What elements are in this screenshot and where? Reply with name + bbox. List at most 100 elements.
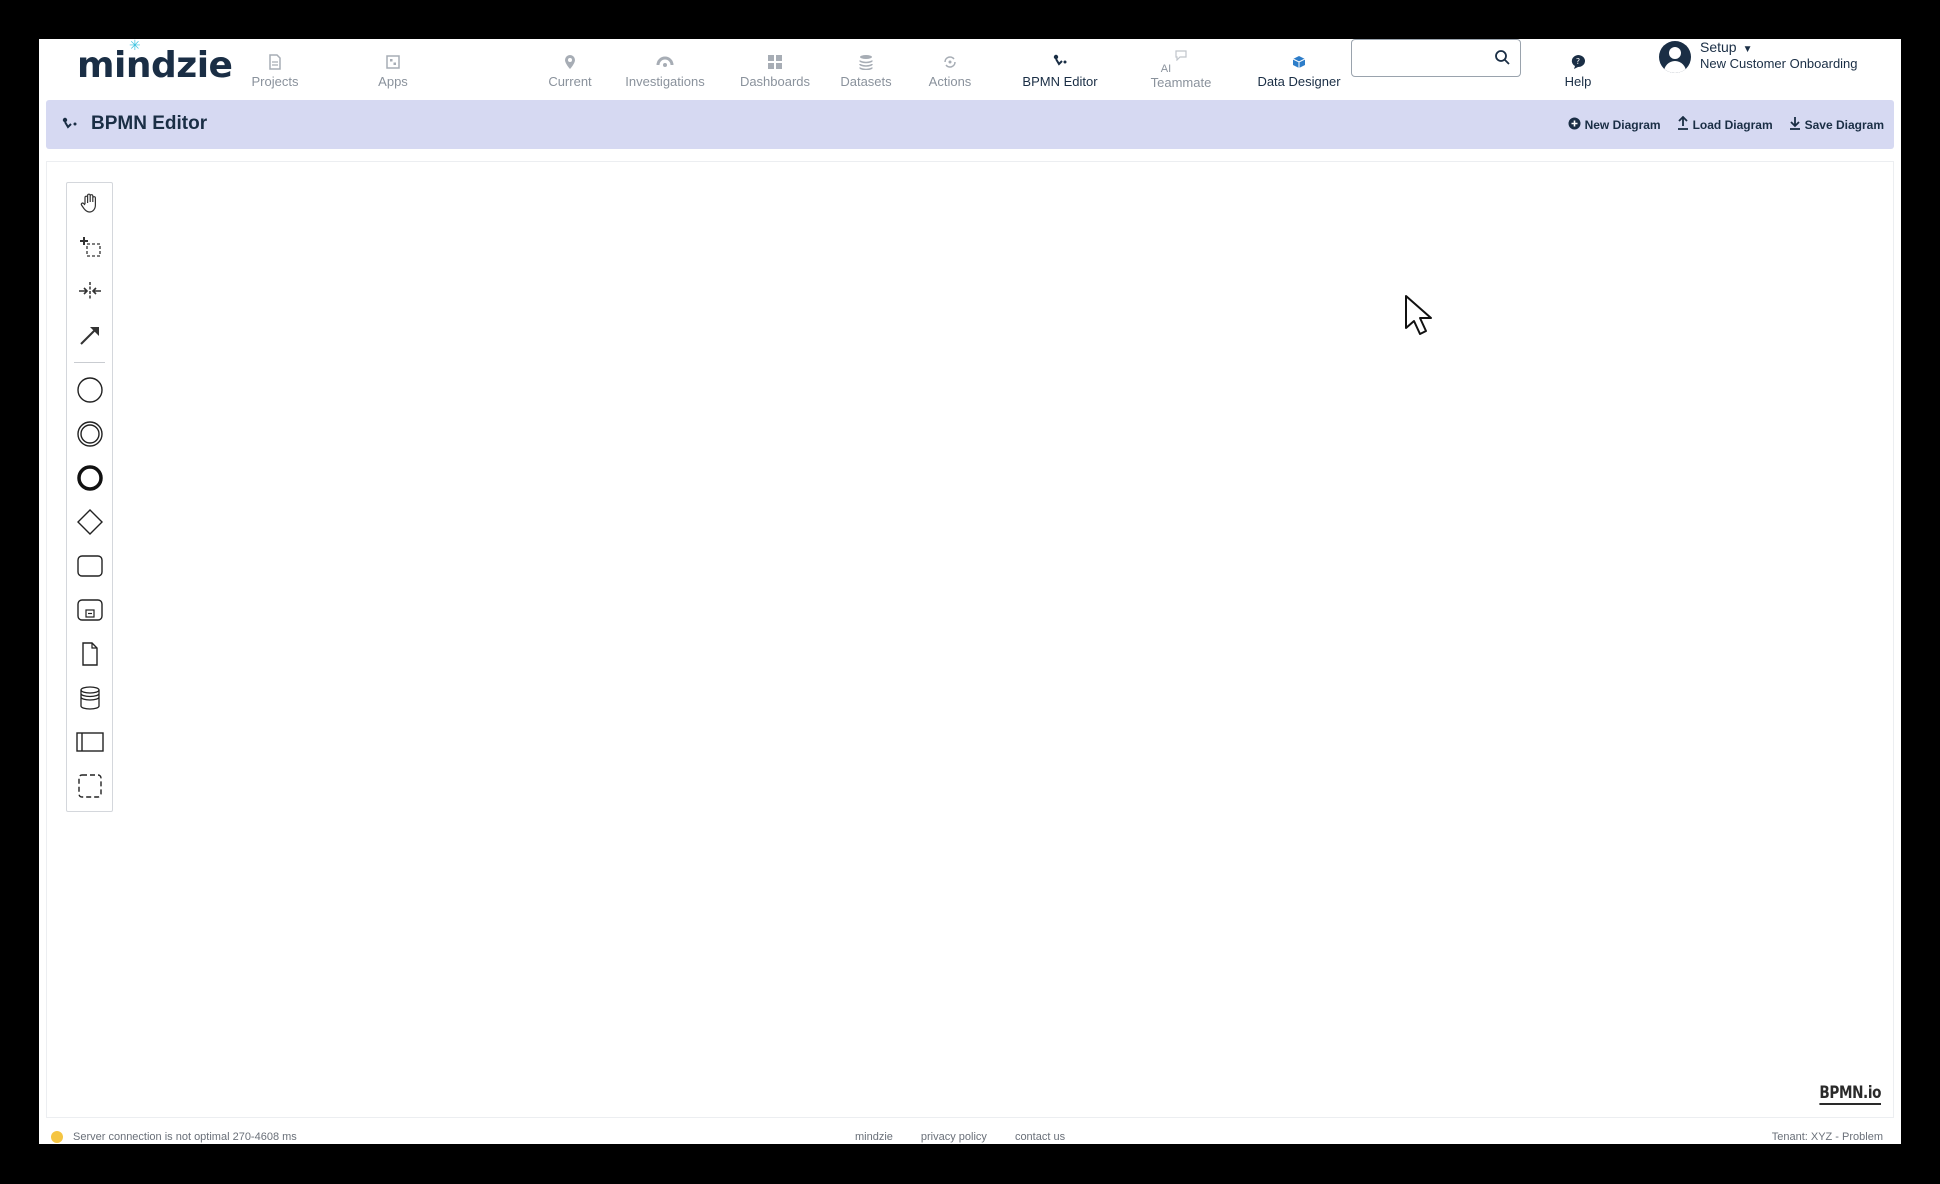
dashboard-grid-icon xyxy=(766,54,784,70)
space-icon xyxy=(77,280,103,307)
mindzie-logo[interactable]: mindzie ✳ xyxy=(77,39,233,86)
group-icon xyxy=(77,773,103,804)
data-store-tool[interactable] xyxy=(67,682,112,718)
pool-tool[interactable] xyxy=(67,726,112,762)
footer: Server connection is not optimal 270-460… xyxy=(39,1131,1901,1144)
document-icon xyxy=(266,54,284,70)
cube-icon xyxy=(1290,54,1308,70)
gateway-tool[interactable] xyxy=(67,506,112,542)
palette-divider xyxy=(74,362,105,363)
arrow-icon xyxy=(78,323,102,352)
nav-help-label: Help xyxy=(1564,74,1592,89)
data-store-icon xyxy=(78,685,102,716)
nav-apps[interactable]: Apps xyxy=(370,39,416,91)
start-event-icon xyxy=(76,376,104,409)
mouse-cursor-icon xyxy=(1404,294,1434,341)
bpmn-io-watermark[interactable]: BPMN.io xyxy=(1819,1083,1881,1105)
footer-link-mindzie[interactable]: mindzie xyxy=(855,1131,893,1143)
avatar[interactable] xyxy=(1659,41,1691,73)
nav-dashboards[interactable]: Dashboards xyxy=(735,39,815,91)
nav-data-designer[interactable]: Data Designer xyxy=(1229,39,1369,91)
group-tool[interactable] xyxy=(67,770,112,806)
help-bubble-icon: ? xyxy=(1569,54,1587,70)
connection-status: Server connection is not optimal 270-460… xyxy=(51,1131,297,1143)
investigation-icon xyxy=(656,54,674,70)
intermediate-event-tool[interactable] xyxy=(67,418,112,454)
nav-datasets[interactable]: Datasets xyxy=(835,39,897,91)
data-object-icon xyxy=(79,641,101,672)
subprocess-tool[interactable] xyxy=(67,594,112,630)
new-diagram-label: New Diagram xyxy=(1584,117,1661,132)
logo-text: mindzie xyxy=(77,45,233,86)
nav-ai-teammate[interactable]: AI Teammate xyxy=(1139,39,1223,91)
nav-actions-label: Actions xyxy=(928,74,972,89)
search-icon[interactable] xyxy=(1494,49,1510,70)
tenant-info: Tenant: XYZ - Problem xyxy=(1771,1131,1883,1143)
save-diagram-label: Save Diagram xyxy=(1804,117,1884,132)
search-input[interactable] xyxy=(1360,40,1484,74)
footer-link-contact[interactable]: contact us xyxy=(1015,1131,1065,1143)
chat-bubble-icon xyxy=(1172,47,1190,63)
lasso-icon xyxy=(77,234,103,265)
save-diagram-button[interactable]: Save Diagram xyxy=(1789,116,1884,133)
hand-tool[interactable] xyxy=(67,187,112,223)
svg-text:?: ? xyxy=(1576,57,1580,66)
task-tool[interactable] xyxy=(67,550,112,586)
app-window: mindzie ✳ Projects Apps Current Investig… xyxy=(39,39,1901,1144)
nav-projects-label: Projects xyxy=(251,74,299,89)
nav-current[interactable]: Current xyxy=(542,39,598,91)
editor-header: BPMN Editor New Diagram Load Diagram Sav… xyxy=(46,100,1894,149)
diagram-actions: New Diagram Load Diagram Save Diagram xyxy=(1568,115,1884,133)
caret-down-icon: ▼ xyxy=(1742,44,1753,55)
task-icon xyxy=(76,554,104,583)
footer-links: mindzie privacy policy contact us xyxy=(855,1131,1065,1143)
top-navigation: mindzie ✳ Projects Apps Current Investig… xyxy=(39,39,1901,89)
data-object-tool[interactable] xyxy=(67,638,112,674)
nav-apps-label: Apps xyxy=(378,74,408,89)
end-event-tool[interactable] xyxy=(67,462,112,498)
page-title: BPMN Editor xyxy=(91,113,208,134)
space-tool[interactable] xyxy=(67,275,112,311)
upload-icon xyxy=(1677,115,1689,133)
lasso-tool[interactable] xyxy=(67,231,112,267)
nav-projects[interactable]: Projects xyxy=(247,39,303,91)
footer-link-privacy[interactable]: privacy policy xyxy=(921,1131,987,1143)
user-setup-dropdown[interactable]: Setup ▼ xyxy=(1700,39,1753,55)
bpmn-icon xyxy=(1051,54,1069,70)
nav-ai-teammate-label: AI Teammate xyxy=(1151,63,1212,89)
global-connect-tool[interactable] xyxy=(67,319,112,355)
nav-investigations-label: Investigations xyxy=(625,74,705,89)
bpmn-canvas[interactable]: BPMN.io xyxy=(46,161,1894,1118)
load-diagram-label: Load Diagram xyxy=(1692,117,1773,132)
nav-actions[interactable]: Actions xyxy=(919,39,981,91)
start-event-tool[interactable] xyxy=(67,374,112,410)
nav-current-label: Current xyxy=(548,74,592,89)
actions-icon xyxy=(941,54,959,70)
nav-dashboards-label: Dashboards xyxy=(739,74,811,89)
download-icon xyxy=(1789,116,1801,133)
location-pin-icon xyxy=(561,54,579,70)
current-project-name: New Customer Onboarding xyxy=(1700,56,1858,71)
nav-data-designer-label: Data Designer xyxy=(1257,74,1341,89)
bpmn-icon xyxy=(62,117,78,136)
logo-spark-icon: ✳ xyxy=(129,39,141,54)
nav-datasets-label: Datasets xyxy=(840,74,892,89)
plus-circle-icon xyxy=(1568,117,1581,133)
new-diagram-button[interactable]: New Diagram xyxy=(1568,116,1661,133)
load-diagram-button[interactable]: Load Diagram xyxy=(1677,115,1773,133)
nav-investigations[interactable]: Investigations xyxy=(619,39,711,91)
pool-icon xyxy=(75,731,105,758)
gateway-icon xyxy=(76,508,104,541)
bpmn-palette xyxy=(66,182,113,812)
warning-icon xyxy=(51,1131,63,1143)
database-icon xyxy=(857,54,875,70)
nav-help[interactable]: ? Help xyxy=(1557,39,1599,91)
nav-bpmn-editor-label: BPMN Editor xyxy=(1022,74,1098,89)
subprocess-icon xyxy=(76,598,104,627)
nav-ai-label-line2: Teammate xyxy=(1150,75,1212,90)
intermediate-event-icon xyxy=(76,420,104,453)
end-event-icon xyxy=(76,464,104,497)
nav-bpmn-editor[interactable]: BPMN Editor xyxy=(1005,39,1115,91)
search-box[interactable] xyxy=(1351,39,1521,77)
hand-icon xyxy=(78,191,102,220)
